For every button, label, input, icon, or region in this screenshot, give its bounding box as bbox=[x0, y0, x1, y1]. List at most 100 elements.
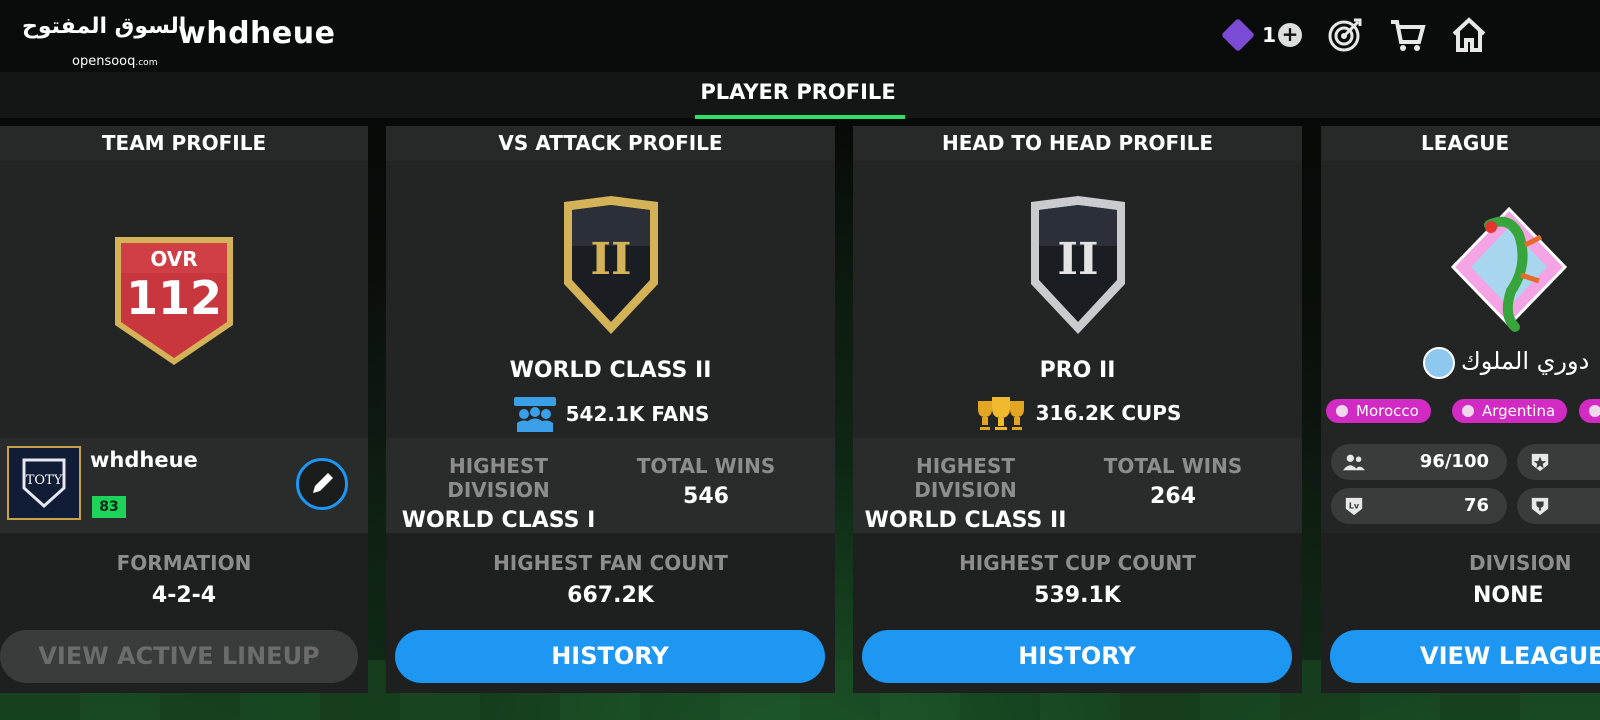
home-icon[interactable] bbox=[1450, 16, 1488, 54]
player-name: whdheue bbox=[90, 448, 198, 472]
flag-icon bbox=[1589, 405, 1600, 417]
pro-rank-icon: II bbox=[1031, 196, 1125, 334]
cart-icon[interactable] bbox=[1388, 16, 1426, 54]
league-profile-hero: دوري الملوك Morocco Argentina bbox=[1321, 161, 1600, 438]
watermark-latin: opensooq.com bbox=[72, 54, 158, 69]
star-shield-icon bbox=[1531, 453, 1549, 472]
members-stat: 96/100 bbox=[1331, 444, 1507, 480]
highest-cup-count-label: HIGHEST CUP COUNT bbox=[959, 551, 1196, 575]
ticket-count: 1 bbox=[1262, 23, 1276, 47]
level-shield-icon: Lv bbox=[1345, 497, 1363, 516]
chip-extra bbox=[1579, 399, 1600, 423]
view-league-button[interactable]: VIEW LEAGUE bbox=[1330, 630, 1600, 683]
target-icon[interactable] bbox=[1326, 16, 1364, 54]
highest-division-stat: HIGHEST DIVISION WORLD CLASS I bbox=[396, 454, 601, 533]
ovr-label: OVR bbox=[150, 247, 198, 271]
vs-attack-rank: WORLD CLASS II bbox=[509, 358, 712, 383]
ticket-icon bbox=[1221, 18, 1256, 52]
h2h-total-wins-value: 264 bbox=[1150, 484, 1196, 509]
league-name: دوري الملوك bbox=[1461, 347, 1590, 375]
level-stat: Lv 76 bbox=[1331, 488, 1507, 524]
rank-stat bbox=[1517, 444, 1600, 480]
tab-active-indicator bbox=[695, 115, 905, 119]
player-row: TOTY whdheue 83 bbox=[0, 438, 368, 533]
top-icons: 1 + bbox=[1221, 16, 1488, 54]
members-icon bbox=[1343, 454, 1365, 471]
player-level-badge: 83 bbox=[92, 496, 126, 518]
view-active-lineup-button[interactable]: VIEW ACTIVE LINEUP bbox=[0, 630, 358, 683]
head-to-head-rank-numeral: II bbox=[1057, 234, 1098, 285]
vs-attack-rank-numeral: II bbox=[590, 234, 631, 285]
head-to-head-hero: II PRO II 316.2K CUPS bbox=[853, 161, 1302, 438]
total-wins-label: TOTAL WINS bbox=[636, 454, 776, 478]
highest-fan-count-value: 667.2K bbox=[567, 583, 654, 608]
total-wins-value: 546 bbox=[683, 484, 729, 509]
team-profile-card: TEAM PROFILE OVR 112 TOTY whdheue 83 FOR… bbox=[0, 126, 368, 693]
svg-text:Lv: Lv bbox=[1349, 501, 1360, 511]
trophy-shield-icon bbox=[1531, 497, 1549, 516]
flag-icon bbox=[1462, 405, 1474, 417]
division-value: NONE bbox=[1473, 583, 1544, 608]
head-to-head-stats: HIGHEST DIVISION WORLD CLASS II TOTAL WI… bbox=[853, 438, 1302, 533]
add-icon[interactable]: + bbox=[1278, 23, 1302, 47]
flag-icon bbox=[1336, 405, 1348, 417]
vs-attack-lower: HIGHEST FAN COUNT 667.2K HISTORY bbox=[386, 533, 835, 693]
club-crest-icon bbox=[1423, 347, 1455, 379]
fans-icon bbox=[513, 397, 556, 432]
head-to-head-cups-label: 316.2K CUPS bbox=[1035, 401, 1182, 425]
ovr-badge: OVR 112 bbox=[107, 233, 241, 373]
world-class-rank-icon: II bbox=[564, 196, 658, 334]
league-stats: 96/100 Lv 76 bbox=[1321, 438, 1600, 533]
league-profile-title: LEAGUE PROFILE bbox=[1321, 126, 1600, 190]
vs-attack-history-button[interactable]: HISTORY bbox=[395, 630, 825, 683]
ticket-counter[interactable]: 1 + bbox=[1221, 18, 1302, 52]
pencil-icon bbox=[313, 473, 333, 493]
watermark-arabic: السوق المفتوح bbox=[22, 14, 187, 39]
head-to-head-rank: PRO II bbox=[1039, 358, 1116, 383]
level-value: 76 bbox=[1463, 495, 1489, 516]
head-to-head-card: HEAD TO HEAD PROFILE II PRO II 316.2K CU… bbox=[853, 126, 1302, 693]
division-label: DIVISION bbox=[1469, 551, 1572, 575]
head-to-head-lower: HIGHEST CUP COUNT 539.1K HISTORY bbox=[853, 533, 1302, 693]
trophy-icon bbox=[977, 397, 1024, 430]
vs-attack-fans-label: 542.1K FANS bbox=[565, 402, 710, 426]
formation-value: 4-2-4 bbox=[151, 583, 217, 608]
tab-bar: PLAYER PROFILE bbox=[0, 72, 1600, 119]
vs-attack-hero: II WORLD CLASS II 542.1K FANS bbox=[386, 161, 835, 438]
highest-division-value: WORLD CLASS I bbox=[401, 508, 596, 533]
svg-text:TOTY: TOTY bbox=[26, 473, 63, 488]
highest-division-label: HIGHEST DIVISION bbox=[447, 454, 550, 502]
head-to-head-title: HEAD TO HEAD PROFILE bbox=[853, 126, 1302, 161]
formation-section: FORMATION 4-2-4 VIEW ACTIVE LINEUP bbox=[0, 533, 368, 693]
h2h-highest-division-label: HIGHEST DIVISION bbox=[914, 454, 1017, 502]
league-lower: DIVISION NONE VIEW LEAGUE bbox=[1321, 533, 1600, 693]
team-profile-title: TEAM PROFILE bbox=[0, 126, 368, 161]
head-to-head-history-button[interactable]: HISTORY bbox=[862, 630, 1292, 683]
h2h-highest-division-value: WORLD CLASS II bbox=[864, 508, 1067, 533]
watermark: السوق المفتوح opensooq.com bbox=[22, 14, 187, 69]
chip-morocco: Morocco bbox=[1326, 399, 1431, 423]
vs-attack-stats: HIGHEST DIVISION WORLD CLASS I TOTAL WIN… bbox=[386, 438, 835, 533]
league-profile-card: LEAGUE PROFILE دوري الملوك Morocco Argen… bbox=[1321, 126, 1600, 693]
formation-label: FORMATION bbox=[116, 551, 252, 575]
edit-button[interactable] bbox=[296, 458, 348, 510]
h2h-highest-division-stat: HIGHEST DIVISION WORLD CLASS II bbox=[863, 454, 1068, 533]
highest-fan-count-label: HIGHEST FAN COUNT bbox=[493, 551, 728, 575]
h2h-total-wins-stat: TOTAL WINS 264 bbox=[1093, 454, 1253, 509]
head-to-head-cups: 316.2K CUPS bbox=[853, 395, 1302, 431]
tab-player-profile[interactable]: PLAYER PROFILE bbox=[692, 80, 904, 104]
league-crest-icon bbox=[1450, 206, 1568, 332]
total-wins-stat: TOTAL WINS 546 bbox=[626, 454, 786, 509]
trophy-stat bbox=[1517, 488, 1600, 524]
members-value: 96/100 bbox=[1419, 451, 1489, 472]
ovr-value: 112 bbox=[125, 271, 223, 325]
highest-cup-count-value: 539.1K bbox=[1034, 583, 1121, 608]
vs-attack-fans: 542.1K FANS bbox=[386, 395, 835, 433]
top-username: whdheue bbox=[178, 16, 336, 51]
vs-attack-title: VS ATTACK PROFILE bbox=[386, 126, 835, 161]
club-badge-icon: TOTY bbox=[7, 446, 81, 520]
chip-argentina: Argentina bbox=[1452, 399, 1568, 423]
top-bar: السوق المفتوح opensooq.com whdheue 1 + bbox=[0, 0, 1600, 72]
vs-attack-card: VS ATTACK PROFILE II WORLD CLASS II 542.… bbox=[386, 126, 835, 693]
h2h-total-wins-label: TOTAL WINS bbox=[1103, 454, 1243, 478]
